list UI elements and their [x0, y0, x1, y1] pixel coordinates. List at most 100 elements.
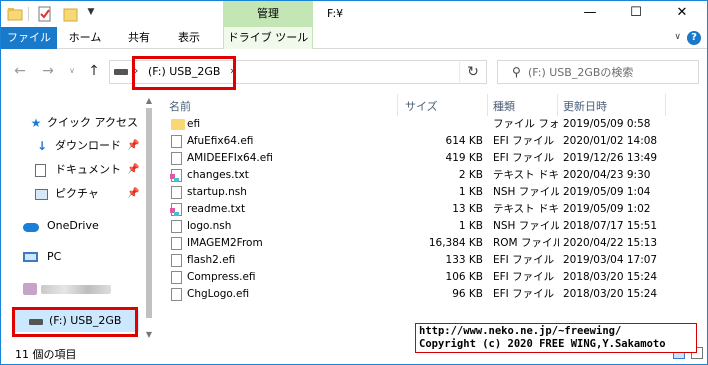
star-icon: ★ — [30, 116, 42, 130]
quick-access-divider — [28, 7, 29, 21]
table-row[interactable]: readme.txt 13 KB テキスト ドキ... 2019/05/09 1:02 — [161, 201, 707, 218]
search-input[interactable] — [528, 63, 696, 81]
sidebar-item-usb-drive[interactable]: (F:) USB_2GB — [13, 310, 139, 332]
file-size: 2 KB — [458, 169, 483, 181]
file-size: 13 KB — [452, 203, 483, 215]
table-row[interactable]: logo.nsh 1 KB NSH ファイル 2018/07/17 15:51 — [161, 218, 707, 235]
sidebar-item-label: OneDrive — [47, 219, 99, 232]
file-name: AfuEfix64.efi — [187, 135, 254, 147]
tab-view[interactable]: 表示 — [167, 27, 211, 49]
sidebar-item-label: PC — [47, 250, 62, 263]
tab-share[interactable]: 共有 — [117, 27, 161, 49]
text-file-icon — [170, 203, 182, 216]
table-row[interactable]: AfuEfix64.efi 614 KB EFI ファイル 2020/01/02 14… — [161, 133, 707, 150]
scroll-thumb[interactable] — [146, 108, 152, 318]
column-header-type[interactable]: 種類 — [493, 98, 515, 114]
search-box[interactable]: ⚲ — [497, 60, 699, 84]
file-date: 2020/01/02 14:08 — [563, 135, 658, 147]
navigation-pane: ★ クイック アクセス ↓ ダウンロード 📌 ドキュメント 📌 ピクチャ 📌 O… — [1, 94, 155, 343]
breadcrumb-drive[interactable]: (F:) USB_2GB — [148, 65, 220, 78]
credit-url: http://www.neko.ne.jp/~freewing/ — [419, 325, 622, 337]
file-name: logo.nsh — [187, 220, 232, 232]
column-divider[interactable] — [397, 94, 398, 116]
navigation-bar: ← → ∨ ↑ › (F:) USB_2GB › ∨ ↻ ⚲ — [1, 50, 707, 94]
minimize-button[interactable]: — — [567, 1, 613, 27]
sidebar-item-pc[interactable]: PC — [1, 246, 145, 268]
search-icon: ⚲ — [512, 65, 521, 79]
tab-file[interactable]: ファイル — [1, 27, 57, 49]
folder-icon — [171, 119, 185, 130]
file-type: テキスト ドキ... — [493, 169, 559, 181]
file-date: 2019/12/26 13:49 — [563, 152, 658, 164]
properties-icon[interactable] — [37, 6, 53, 22]
scroll-down-icon[interactable]: ▼ — [143, 330, 155, 339]
sidebar-item-documents[interactable]: ドキュメント 📌 — [1, 159, 145, 181]
tab-home[interactable]: ホーム — [63, 27, 107, 49]
credit-copyright: Copyright (c) 2020 FREE WING,Y.Sakamoto — [419, 338, 666, 350]
up-button[interactable]: ↑ — [85, 62, 103, 80]
column-divider[interactable] — [557, 94, 558, 116]
new-folder-icon[interactable] — [63, 6, 79, 22]
scroll-up-icon[interactable]: ▲ — [143, 96, 155, 105]
sidebar-item-quick-access[interactable]: ★ クイック アクセス — [1, 112, 145, 134]
file-date: 2020/04/23 9:30 — [563, 169, 651, 181]
table-row[interactable]: AMIDEEFIx64.efi 419 KB EFI ファイル 2019/12/26 … — [161, 150, 707, 167]
close-button[interactable]: ✕ — [659, 1, 705, 27]
column-header-name[interactable]: 名前 — [169, 98, 191, 114]
column-headers: 名前 サイズ 種類 更新日時 — [161, 94, 707, 116]
pin-icon[interactable]: 📌 — [127, 159, 139, 181]
file-size: 419 KB — [445, 152, 483, 164]
table-row[interactable]: ChgLogo.efi 96 KB EFI ファイル 2018/03/20 15:24 — [161, 286, 707, 303]
file-type: テキスト ドキ... — [493, 203, 559, 215]
table-row[interactable]: IMAGEM2From 16,384 KB ROM ファイル 2020/04/22 1… — [161, 235, 707, 252]
cloud-icon — [23, 223, 39, 232]
table-row[interactable]: efi ファイル フォ... 2019/05/09 0:58 — [161, 116, 707, 133]
sidebar-item-onedrive[interactable]: OneDrive — [1, 215, 145, 237]
file-icon — [171, 237, 182, 250]
column-divider[interactable] — [487, 94, 488, 116]
column-divider[interactable] — [665, 94, 666, 116]
file-name: IMAGEM2From — [187, 237, 263, 249]
sidebar-item-downloads[interactable]: ↓ ダウンロード 📌 — [1, 135, 145, 157]
expand-ribbon-icon[interactable]: ∨ — [674, 32, 681, 42]
breadcrumb-separator[interactable]: › — [230, 64, 234, 77]
help-icon[interactable]: ? — [687, 31, 701, 45]
address-bar[interactable]: › (F:) USB_2GB › ∨ — [109, 60, 487, 84]
file-name: ChgLogo.efi — [187, 288, 250, 300]
table-row[interactable]: startup.nsh 1 KB NSH ファイル 2019/05/09 1:04 — [161, 184, 707, 201]
sidebar-item-label: ドキュメント — [55, 163, 121, 176]
back-button[interactable]: ← — [11, 62, 29, 80]
tab-drive-tools[interactable]: ドライブ ツール — [223, 27, 313, 49]
file-type: ファイル フォ... — [493, 118, 559, 130]
forward-button[interactable]: → — [39, 62, 57, 80]
refresh-button[interactable]: ↻ — [459, 60, 487, 84]
column-header-size[interactable]: サイズ — [405, 98, 438, 114]
file-type: ROM ファイル — [493, 237, 559, 249]
column-header-date[interactable]: 更新日時 — [563, 98, 607, 114]
navigation-pane-scrollbar[interactable]: ▲ ▼ — [143, 94, 155, 343]
maximize-button[interactable]: ☐ — [613, 1, 659, 27]
file-type: EFI ファイル — [493, 271, 555, 283]
recent-locations-icon[interactable]: ∨ — [63, 62, 81, 80]
file-date: 2020/04/22 15:13 — [563, 237, 658, 249]
sidebar-item-label: ピクチャ — [55, 187, 99, 200]
network-drive-icon — [23, 283, 37, 295]
file-icon — [171, 254, 182, 267]
table-row[interactable]: Compress.efi 106 KB EFI ファイル 2018/03/20 15:… — [161, 269, 707, 286]
folder-icon[interactable] — [7, 6, 23, 22]
file-name: AMIDEEFIx64.efi — [187, 152, 273, 164]
customize-quick-access-icon[interactable]: ▼ — [85, 7, 97, 23]
sidebar-item-label: (F:) USB_2GB — [49, 314, 122, 327]
breadcrumb-separator[interactable]: › — [134, 64, 138, 77]
sidebar-item-pictures[interactable]: ピクチャ 📌 — [1, 183, 145, 205]
file-date: 2018/07/17 15:51 — [563, 220, 658, 232]
pc-icon — [23, 252, 38, 262]
table-row[interactable]: flash2.efi 133 KB EFI ファイル 2019/03/04 17:07 — [161, 252, 707, 269]
sidebar-item-network-drive[interactable] — [1, 278, 145, 300]
file-name: efi — [187, 118, 201, 130]
pin-icon[interactable]: 📌 — [127, 183, 139, 205]
table-row[interactable]: changes.txt 2 KB テキスト ドキ... 2020/04/23 9:30 — [161, 167, 707, 184]
download-icon: ↓ — [36, 139, 48, 153]
pin-icon[interactable]: 📌 — [127, 135, 139, 157]
explorer-window: ▼ 管理 F:¥ — ☐ ✕ ファイル ホーム 共有 表示 ドライブ ツール ∨… — [0, 0, 708, 365]
